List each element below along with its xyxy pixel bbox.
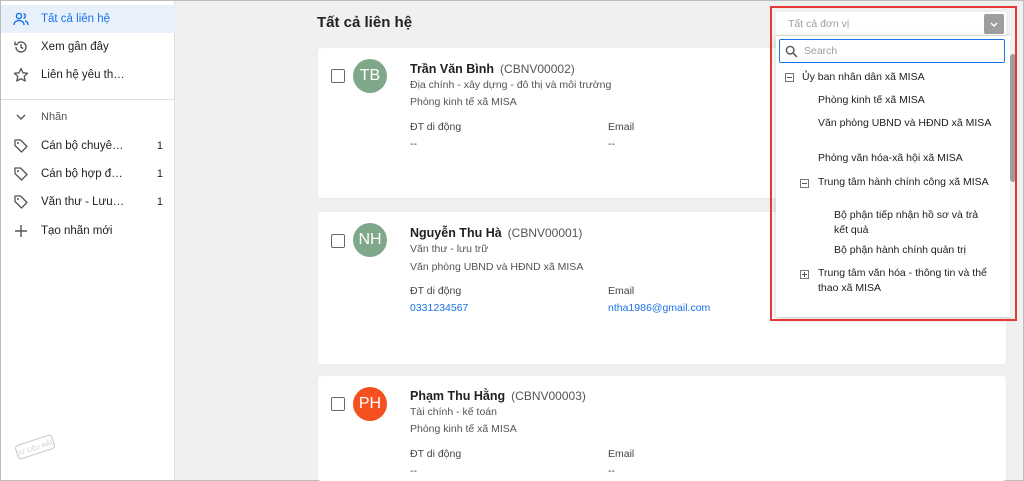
- create-label-text: Tạo nhãn mới: [41, 225, 113, 237]
- contact-department: Phòng kinh tế xã MISA: [410, 423, 517, 435]
- contact-name[interactable]: Phạm Thu Hằng (CBNV00003): [410, 389, 586, 403]
- email-link[interactable]: ntha1986@gmail.com: [608, 302, 710, 314]
- sidebar-label-count: 1: [156, 140, 163, 152]
- sidebar-label-count: 1: [156, 168, 163, 180]
- star-icon: [13, 67, 29, 83]
- contact-name[interactable]: Trần Văn Bình (CBNV00002): [410, 62, 575, 76]
- sidebar: Tất cả liên hệ Xem gần đây Liên hệ yêu t…: [1, 1, 175, 480]
- history-icon: [13, 39, 29, 55]
- page-title: Tất cả liên hệ: [317, 14, 413, 31]
- contact-card[interactable]: PH Phạm Thu Hằng (CBNV00003) Tài chính - …: [318, 376, 1006, 481]
- phone-label: ĐT di động: [410, 285, 462, 297]
- sidebar-item-label: Tất cả liên hệ: [41, 13, 111, 25]
- sidebar-label-name: Văn thư - Lưu trữ: [41, 196, 127, 208]
- avatar: PH: [353, 387, 387, 421]
- contact-name-text: Phạm Thu Hằng: [410, 389, 506, 403]
- plus-icon: [13, 223, 29, 239]
- sidebar-item-label: Xem gần đây: [41, 41, 109, 53]
- sidebar-item-label: Liên hệ yêu thích: [41, 69, 127, 81]
- email-label: Email: [608, 121, 635, 133]
- phone-value: --: [410, 138, 417, 150]
- contact-checkbox[interactable]: [331, 397, 345, 411]
- phone-label: ĐT di động: [410, 448, 462, 460]
- labels-section-title: Nhãn: [41, 111, 68, 123]
- watermark-text: DỮ LIỆU MẪU: [15, 438, 56, 458]
- avatar: NH: [353, 223, 387, 257]
- labels-section-header[interactable]: Nhãn: [1, 104, 175, 130]
- email-value: --: [608, 138, 615, 150]
- chevron-down-icon: [13, 109, 29, 125]
- tag-icon: [13, 194, 29, 210]
- contact-code: (CBNV00001): [507, 226, 583, 240]
- contact-name[interactable]: Nguyễn Thu Hà (CBNV00001): [410, 226, 582, 240]
- contact-position: Địa chính - xây dựng - đô thị và môi trư…: [410, 79, 612, 91]
- sidebar-item-all-contacts[interactable]: Tất cả liên hệ: [1, 5, 175, 33]
- sidebar-label-item[interactable]: Văn thư - Lưu trữ 1: [1, 188, 175, 216]
- phone-link[interactable]: 0331234567: [410, 302, 468, 314]
- contact-name-text: Trần Văn Bình: [410, 62, 495, 76]
- sidebar-label-item[interactable]: Cán bộ hợp đồng 1: [1, 160, 175, 188]
- sidebar-label-name: Cán bộ hợp đồng: [41, 168, 127, 180]
- contact-code: (CBNV00003): [511, 389, 586, 403]
- email-label: Email: [608, 285, 635, 297]
- contact-position: Tài chính - kế toán: [410, 406, 497, 418]
- email-label: Email: [608, 448, 635, 460]
- contact-checkbox[interactable]: [331, 69, 345, 83]
- email-value: --: [608, 465, 615, 477]
- avatar: TB: [353, 59, 387, 93]
- contact-department: Phòng kinh tế xã MISA: [410, 96, 517, 108]
- tag-icon: [13, 166, 29, 182]
- sidebar-label-count: 1: [156, 196, 163, 208]
- people-icon: [13, 11, 29, 27]
- contact-checkbox[interactable]: [331, 234, 345, 248]
- contact-name-text: Nguyễn Thu Hà: [410, 226, 502, 240]
- sample-data-stamp: DỮ LIỆU MẪU: [13, 433, 57, 461]
- sidebar-item-recent[interactable]: Xem gần đây: [1, 33, 175, 61]
- tag-icon: [13, 138, 29, 154]
- highlight-box: [770, 6, 1017, 321]
- contact-code: (CBNV00002): [500, 62, 575, 76]
- create-label-button[interactable]: Tạo nhãn mới: [1, 217, 175, 245]
- sidebar-divider: [1, 99, 175, 100]
- contact-position: Văn thư - lưu trữ: [410, 243, 489, 255]
- phone-label: ĐT di động: [410, 121, 462, 133]
- phone-value: --: [410, 465, 417, 477]
- contact-department: Văn phòng UBND và HĐND xã MISA: [410, 261, 584, 273]
- sidebar-item-favorites[interactable]: Liên hệ yêu thích: [1, 61, 175, 89]
- sidebar-label-item[interactable]: Cán bộ chuyên ... 1: [1, 132, 175, 160]
- sidebar-label-name: Cán bộ chuyên ...: [41, 140, 127, 152]
